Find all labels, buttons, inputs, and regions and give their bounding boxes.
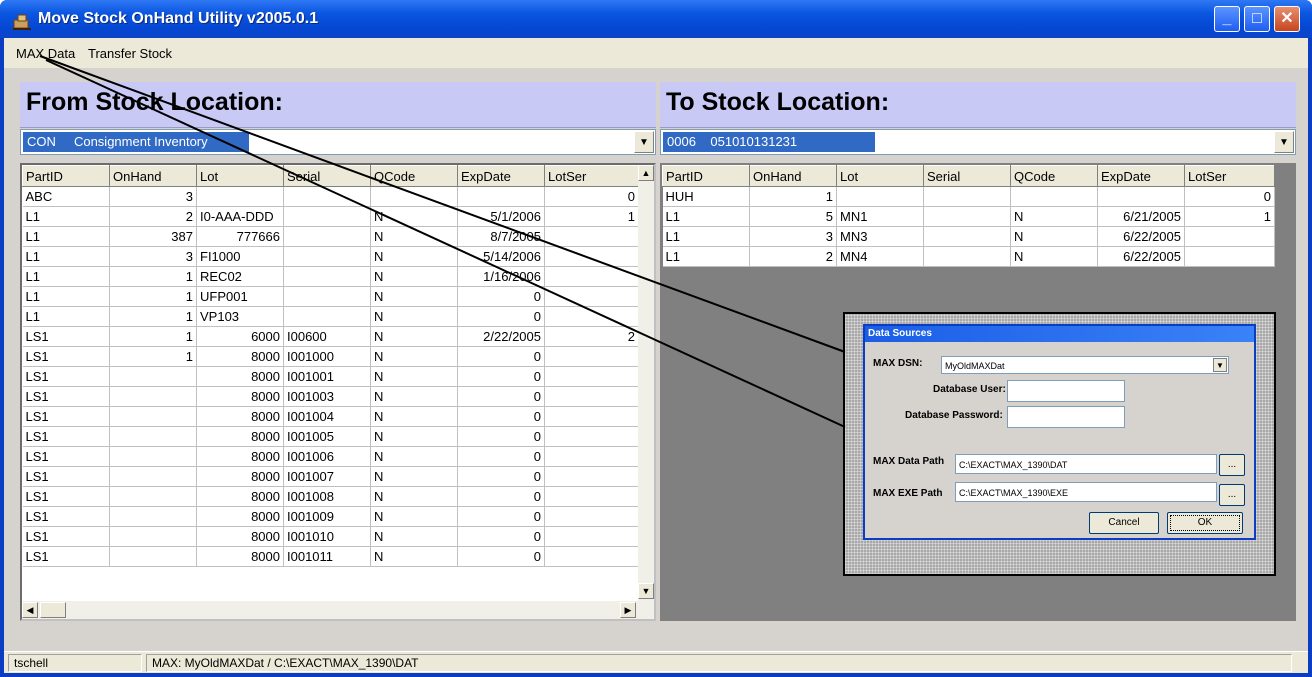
annotation-line-to-dialog-top xyxy=(39,55,846,353)
annotation-line-to-dialog-bottom xyxy=(45,59,846,428)
status-bar: tschell MAX: MyOldMAXDat / C:\EXACT\MAX_… xyxy=(4,651,1308,673)
status-user: tschell xyxy=(8,654,142,672)
status-connection: MAX: MyOldMAXDat / C:\EXACT\MAX_1390\DAT xyxy=(146,654,1292,672)
annotation-lines xyxy=(39,55,846,428)
